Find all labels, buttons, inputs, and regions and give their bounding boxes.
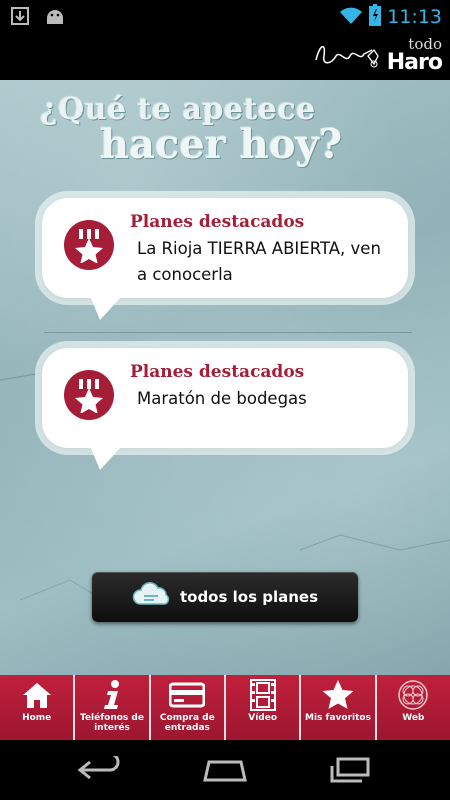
globe-icon (395, 679, 431, 711)
logo-haro-text: Haro (386, 50, 443, 75)
home-icon[interactable] (201, 756, 249, 784)
status-bar: 11:13 (0, 0, 450, 33)
download-icon (10, 6, 30, 26)
bubble-tail (90, 296, 122, 320)
tab-label: Web (402, 713, 425, 723)
featured-plan-card[interactable]: Planes destacados Maratón de bodegas (42, 348, 408, 470)
card-text: La Rioja TIERRA ABIERTA, ven a conocerla (137, 239, 381, 284)
tab-label: Vídeo (248, 713, 278, 723)
featured-star-icon (64, 220, 114, 270)
recent-apps-icon[interactable] (326, 756, 374, 784)
card-icon (169, 679, 206, 711)
tab-video[interactable]: Vídeo (226, 675, 302, 740)
card-title: Planes destacados (130, 362, 305, 382)
star-icon (320, 679, 356, 711)
back-icon[interactable] (76, 752, 124, 784)
app-header: todo Haro (0, 33, 450, 80)
todo-haro-logo: todo Haro (386, 35, 446, 77)
featured-plan-card[interactable]: Planes destacados La Rioja TIERRA ABIERT… (42, 198, 408, 320)
tab-label: Teléfonos de interés (80, 713, 144, 733)
tab-favoritos[interactable]: Mis favoritos (301, 675, 377, 740)
tab-telefonos[interactable]: Teléfonos de interés (75, 675, 151, 740)
featured-star-icon (64, 370, 114, 420)
tab-web[interactable]: Web (377, 675, 450, 740)
tab-label: Home (22, 713, 52, 723)
android-icon (44, 6, 64, 26)
main-content: ¿Qué te apetece hacer hoy? Planes destac… (0, 80, 450, 675)
script-logo (312, 38, 382, 74)
card-title: Planes destacados (130, 212, 305, 232)
headline: ¿Qué te apetece hacer hoy? (40, 92, 370, 168)
wifi-icon (339, 5, 363, 29)
info-icon (94, 679, 130, 711)
film-icon (245, 679, 281, 711)
tab-home[interactable]: Home (0, 675, 76, 740)
status-time: 11:13 (387, 6, 442, 28)
tab-compra[interactable]: Compra de entradas (151, 675, 226, 740)
all-plans-label: todos los planes (179, 588, 319, 606)
tab-label: Mis favoritos (305, 713, 371, 723)
all-plans-button[interactable]: todos los planes (92, 572, 358, 622)
divider (44, 332, 412, 333)
home-icon (19, 679, 55, 711)
card-text: Maratón de bodegas (137, 389, 307, 408)
bubble-tail (90, 446, 122, 470)
cloud-icon (132, 582, 172, 612)
tab-label: Compra de entradas (159, 713, 215, 733)
bottom-tab-bar: Home Teléfonos de interés Compra de entr… (0, 675, 450, 740)
system-nav-bar (0, 740, 450, 800)
headline-line2: hacer hoy? (100, 121, 343, 168)
battery-icon (369, 4, 382, 30)
